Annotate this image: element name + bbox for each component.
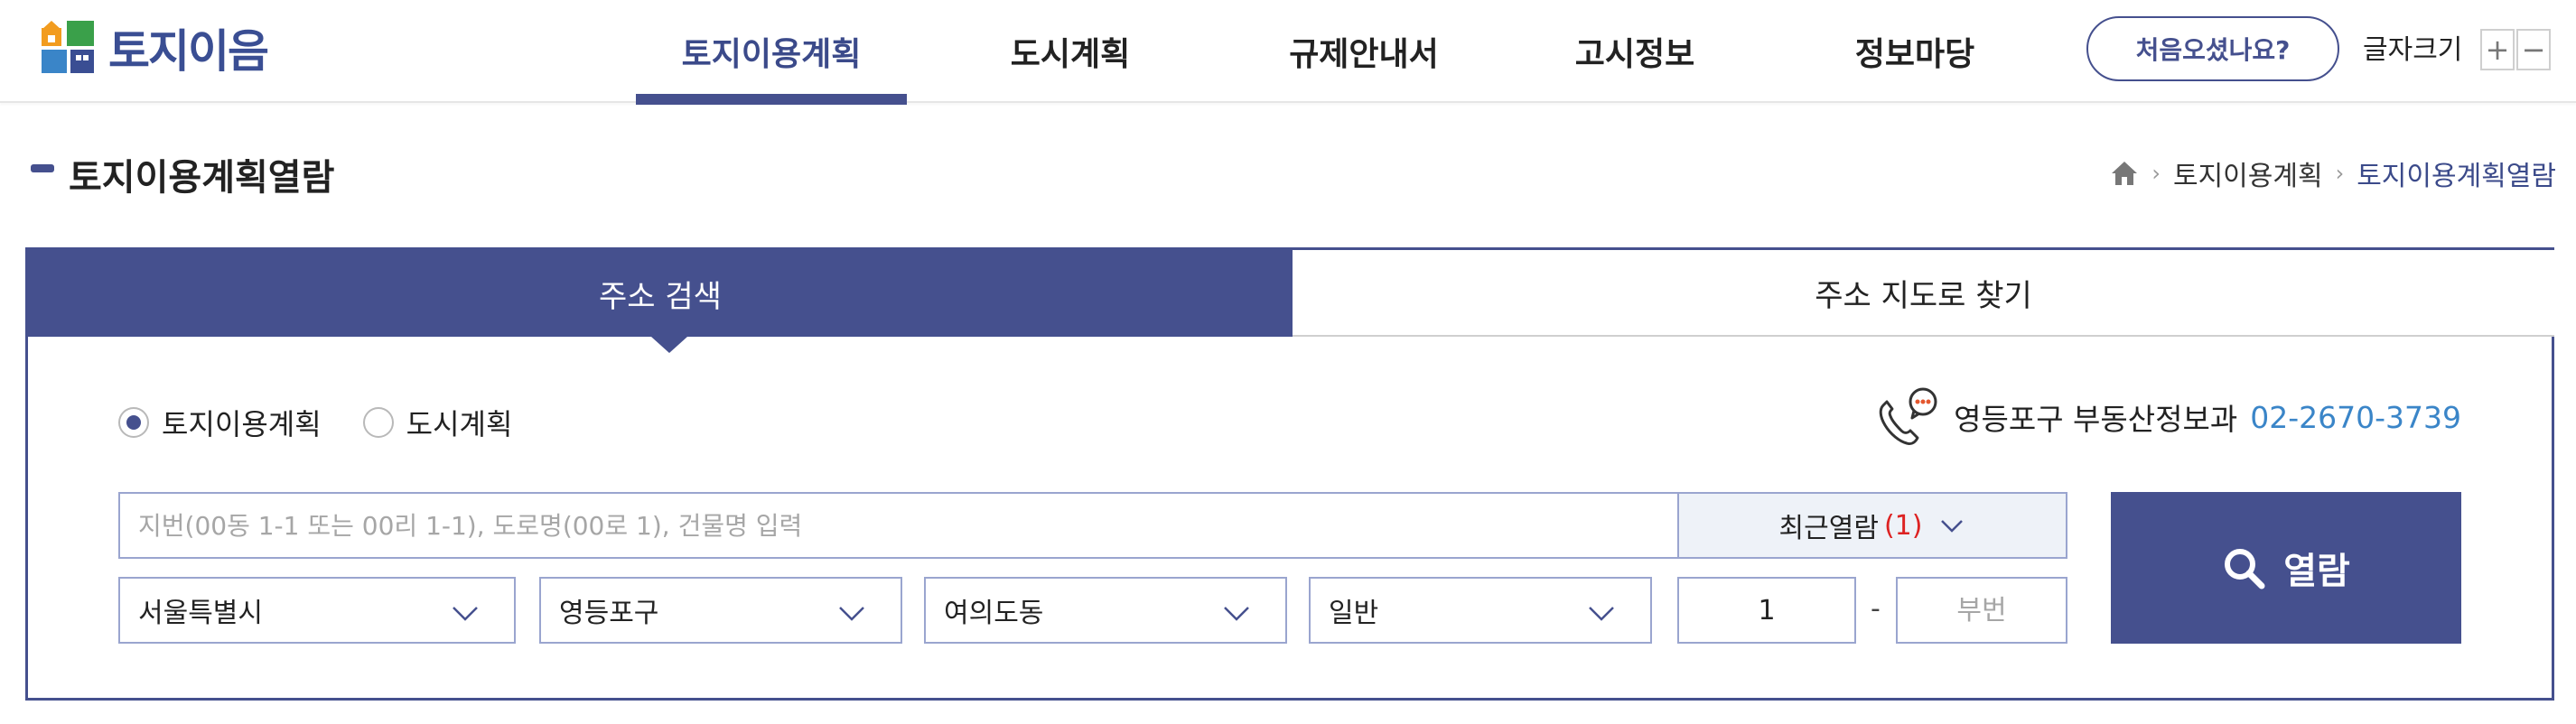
recent-views-dropdown[interactable]: 최근열람 (1) — [1677, 492, 2067, 559]
chevron-down-icon — [839, 607, 864, 621]
font-decrease-button[interactable]: − — [2516, 29, 2551, 70]
chevron-down-icon — [453, 607, 478, 621]
breadcrumb: › 토지이용계획 › 토지이용계획열람 — [2110, 153, 2556, 193]
chevron-down-icon — [1224, 607, 1249, 621]
sido-value: 서울특별시 — [138, 598, 263, 629]
recent-count: (1) — [1883, 509, 1923, 542]
view-button-label: 열람 — [2283, 551, 2350, 592]
dong-select[interactable]: 여의도동 — [924, 577, 1287, 644]
sido-select[interactable]: 서울특별시 — [118, 577, 516, 644]
lot-type-value: 일반 — [1329, 598, 1379, 629]
site-header: 토지이음 토지이용계획 도시계획 규제안내서 고시정보 정보마당 처음오셨나요?… — [0, 0, 2576, 105]
nav-notice-info[interactable]: 고시정보 — [1517, 0, 1752, 103]
nav-regulation-guide[interactable]: 규제안내서 — [1246, 0, 1481, 103]
contact-label: 영등포구 부동산정보과 — [1954, 402, 2238, 437]
search-panel: 주소 검색 주소 지도로 찾기 토지이용계획 도시계획 영등포구 부동산정보과 … — [25, 247, 2554, 701]
home-icon[interactable] — [2110, 160, 2139, 187]
nav-land-use-plan[interactable]: 토지이용계획 — [636, 0, 907, 105]
lot-separator: - — [1871, 593, 1881, 625]
tab-address-search[interactable]: 주소 검색 — [28, 250, 1293, 353]
nav-urban-plan[interactable]: 도시계획 — [948, 0, 1192, 103]
dong-value: 여의도동 — [944, 598, 1044, 629]
main-lot-number-input[interactable] — [1677, 577, 1856, 644]
radio-label[interactable]: 도시계획 — [406, 402, 513, 443]
title-marker — [31, 164, 54, 172]
breadcrumb-current: 토지이용계획열람 — [2357, 161, 2556, 192]
nav-info-plaza[interactable]: 정보마당 — [1797, 0, 2032, 103]
recent-label: 최근열람 — [1778, 513, 1879, 544]
logo-text: 토지이음 — [108, 25, 269, 78]
logo[interactable]: 토지이음 — [40, 18, 269, 78]
radio-urban-plan[interactable] — [362, 407, 394, 438]
address-search-input[interactable] — [118, 492, 1679, 559]
font-size-label: 글자크기 — [2363, 34, 2463, 66]
chevron-down-icon — [1589, 607, 1614, 621]
logo-icon — [42, 21, 94, 73]
view-button[interactable]: 열람 — [2111, 492, 2461, 644]
breadcrumb-item[interactable]: 토지이용계획 — [2173, 153, 2323, 193]
lot-type-select[interactable]: 일반 — [1309, 577, 1652, 644]
phone-chat-icon — [1879, 387, 1937, 445]
sub-lot-number-input[interactable] — [1896, 577, 2067, 644]
first-visit-button[interactable]: 처음오셨나요? — [2086, 16, 2339, 81]
tab-address-map[interactable]: 주소 지도로 찾기 — [1293, 250, 2554, 337]
page-title: 토지이용계획열람 — [69, 157, 335, 199]
breadcrumb-separator-icon: › — [2151, 161, 2161, 186]
search-icon — [2225, 549, 2265, 589]
radio-label[interactable]: 토지이용계획 — [162, 402, 322, 443]
contact-info: 영등포구 부동산정보과 02-2670-3739 — [1872, 385, 2461, 449]
contact-phone[interactable]: 02-2670-3739 — [2250, 400, 2461, 435]
plan-type-radio-group: 토지이용계획 도시계획 — [118, 402, 554, 443]
font-increase-button[interactable]: + — [2480, 29, 2515, 70]
radio-land-use-plan[interactable] — [118, 407, 149, 438]
breadcrumb-separator-icon: › — [2335, 161, 2345, 186]
chevron-down-icon — [1941, 520, 1964, 533]
sigungu-value: 영등포구 — [559, 598, 659, 629]
sigungu-select[interactable]: 영등포구 — [539, 577, 902, 644]
